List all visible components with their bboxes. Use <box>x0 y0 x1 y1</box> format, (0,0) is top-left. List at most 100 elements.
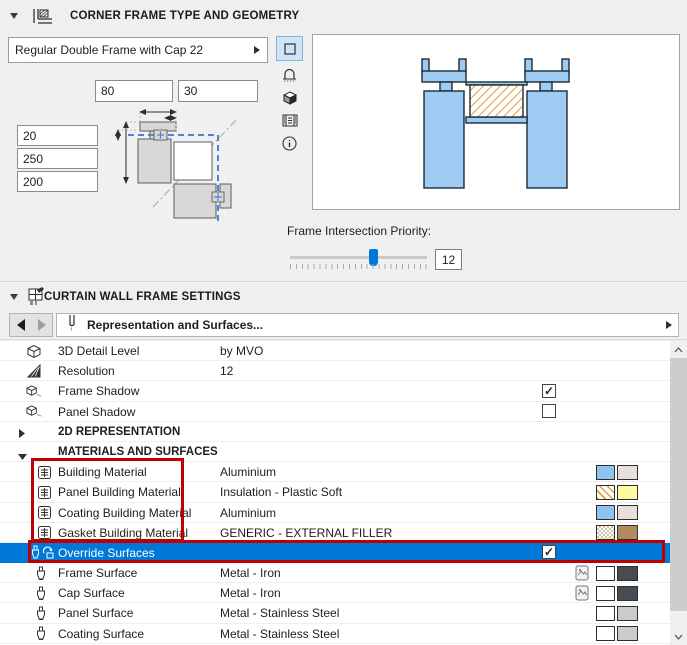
surface-swatch-gray[interactable] <box>617 626 638 642</box>
row-panel-building-material[interactable]: Panel Building Material Insulation - Pla… <box>0 482 670 503</box>
building-material-icon <box>36 505 52 521</box>
list-scrollbar[interactable] <box>670 341 687 645</box>
preview-tool-3d-view[interactable] <box>276 85 303 110</box>
row-building-material[interactable]: Building Material Aluminium <box>0 462 670 483</box>
paintbrush-icon <box>33 565 49 581</box>
preview-tool-section-view[interactable] <box>276 36 303 61</box>
group-materials-and-surfaces[interactable]: MATERIALS AND SURFACES <box>0 441 670 463</box>
row-gasket-building-material[interactable]: Gasket Building Material GENERIC - EXTER… <box>0 522 670 543</box>
row-3d-detail-level[interactable]: 3D Detail Level by MVO <box>0 341 670 362</box>
row-coating-surface[interactable]: Coating Surface Metal - Stainless Steel <box>0 623 670 644</box>
settings-page-label: Representation and Surfaces... <box>87 318 264 332</box>
row-label: Coating Building Material <box>58 505 192 520</box>
row-value[interactable]: 12 <box>220 364 233 378</box>
panel-header-corner-frame[interactable]: CORNER FRAME TYPE AND GEOMETRY <box>0 4 687 28</box>
collapse-triangle-icon[interactable] <box>10 13 18 19</box>
surface-swatch[interactable] <box>617 464 638 480</box>
priority-label: Frame Intersection Priority: <box>287 224 432 238</box>
row-value[interactable]: Metal - Stainless Steel <box>220 627 339 641</box>
paintbrush-icon <box>33 605 49 621</box>
surface-swatch-white[interactable] <box>596 565 615 581</box>
dim3-field[interactable] <box>17 171 98 192</box>
group-2d-representation[interactable]: 2D REPRESENTATION <box>0 421 670 442</box>
settings-list: 3D Detail Level by MVO Resolution 12 Fra… <box>0 341 670 645</box>
cut-fill-swatch-hatch-dots[interactable] <box>596 525 615 541</box>
row-label: Panel Surface <box>58 606 134 621</box>
collapse-triangle-icon[interactable] <box>18 449 27 463</box>
dim2-field[interactable] <box>17 148 98 169</box>
paintbrush-icon <box>33 585 49 601</box>
nav-back-button[interactable] <box>10 314 31 336</box>
row-value[interactable]: Aluminium <box>220 506 276 520</box>
row-override-surfaces[interactable]: Override Surfaces ✓ <box>0 542 670 564</box>
override-surfaces-checkbox[interactable]: ✓ <box>542 545 556 560</box>
texture-icon[interactable] <box>575 585 589 604</box>
override-surfaces-icon <box>30 545 56 561</box>
cut-fill-swatch[interactable] <box>596 464 615 480</box>
row-coating-building-material[interactable]: Coating Building Material Aluminium <box>0 502 670 523</box>
settings-page-dropdown[interactable]: Representation and Surfaces... <box>56 313 679 337</box>
settings-page-nav <box>9 313 53 337</box>
surface-swatch[interactable] <box>617 525 638 541</box>
surface-swatch-gray[interactable] <box>617 605 638 621</box>
dropdown-arrow-icon <box>666 321 672 329</box>
row-value[interactable]: Metal - Iron <box>220 586 281 600</box>
row-panel-shadow[interactable]: Panel Shadow <box>0 401 670 422</box>
row-value[interactable]: Metal - Stainless Steel <box>220 606 339 620</box>
scroll-down-button[interactable] <box>670 628 687 645</box>
row-value[interactable]: Aluminium <box>220 465 276 479</box>
resolution-cone-icon <box>26 363 42 379</box>
row-value[interactable]: Metal - Iron <box>220 566 281 580</box>
cut-fill-swatch-hatch-orange[interactable] <box>596 484 615 500</box>
panel-title: CURTAIN WALL FRAME SETTINGS <box>44 291 241 303</box>
surface-swatch[interactable] <box>617 505 638 520</box>
row-frame-surface[interactable]: Frame Surface Metal - Iron <box>0 563 670 584</box>
row-value[interactable]: Insulation - Plastic Soft <box>220 485 342 499</box>
nav-forward-button[interactable] <box>31 314 52 336</box>
row-label: Resolution <box>58 364 115 379</box>
row-resolution[interactable]: Resolution 12 <box>0 361 670 382</box>
row-cap-surface[interactable]: Cap Surface Metal - Iron <box>0 583 670 604</box>
cut-fill-swatch[interactable] <box>596 505 615 520</box>
square-icon <box>283 42 296 55</box>
preview-tool-info[interactable] <box>276 131 303 156</box>
collapse-triangle-icon[interactable] <box>10 294 18 300</box>
frame-preview-canvas[interactable] <box>312 34 680 210</box>
expand-triangle-icon[interactable] <box>18 427 25 441</box>
left-arrow-icon <box>16 319 25 331</box>
scroll-up-button[interactable] <box>670 341 687 358</box>
texture-icon[interactable] <box>575 565 589 584</box>
row-label: Frame Surface <box>58 566 138 581</box>
frame-shadow-checkbox[interactable]: ✓ <box>542 383 556 398</box>
surface-swatch-white[interactable] <box>596 585 615 601</box>
cube-outline-icon <box>26 343 42 359</box>
frame-type-dropdown[interactable]: Regular Double Frame with Cap 22 <box>8 37 268 63</box>
row-value[interactable]: GENERIC - EXTERNAL FILLER <box>220 526 392 540</box>
panel-header-cw-frame-settings[interactable]: CURTAIN WALL FRAME SETTINGS <box>0 285 687 309</box>
cap-depth-field[interactable] <box>178 80 258 102</box>
row-frame-shadow[interactable]: Frame Shadow ✓ <box>0 381 670 402</box>
panel-shadow-checkbox[interactable] <box>542 404 556 419</box>
preview-tool-elevation-view[interactable] <box>276 62 303 87</box>
row-panel-surface[interactable]: Panel Surface Metal - Stainless Steel <box>0 603 670 624</box>
cube-shadow-icon <box>26 383 42 399</box>
scrollbar-thumb[interactable] <box>670 358 687 611</box>
row-label: Override Surfaces <box>58 545 155 560</box>
priority-value-field[interactable]: 12 <box>435 249 462 270</box>
group-label: 2D REPRESENTATION <box>58 425 181 438</box>
surface-swatch-white[interactable] <box>596 605 615 621</box>
row-value[interactable]: by MVO <box>220 344 263 358</box>
surface-swatch-dark[interactable] <box>617 585 638 601</box>
corner-frame-icon <box>30 7 54 31</box>
surface-swatch-dark[interactable] <box>617 565 638 581</box>
building-material-icon <box>36 464 52 480</box>
cap-width-field[interactable] <box>95 80 173 102</box>
surface-swatch[interactable] <box>617 484 638 500</box>
preview-tool-film-view[interactable] <box>276 108 303 133</box>
priority-slider-track[interactable] <box>290 256 427 259</box>
dropdown-arrow-icon <box>254 46 260 54</box>
pen-icon <box>67 314 77 337</box>
row-label: Cap Surface <box>58 586 125 601</box>
surface-swatch-white[interactable] <box>596 626 615 642</box>
dim1-field[interactable] <box>17 125 98 146</box>
